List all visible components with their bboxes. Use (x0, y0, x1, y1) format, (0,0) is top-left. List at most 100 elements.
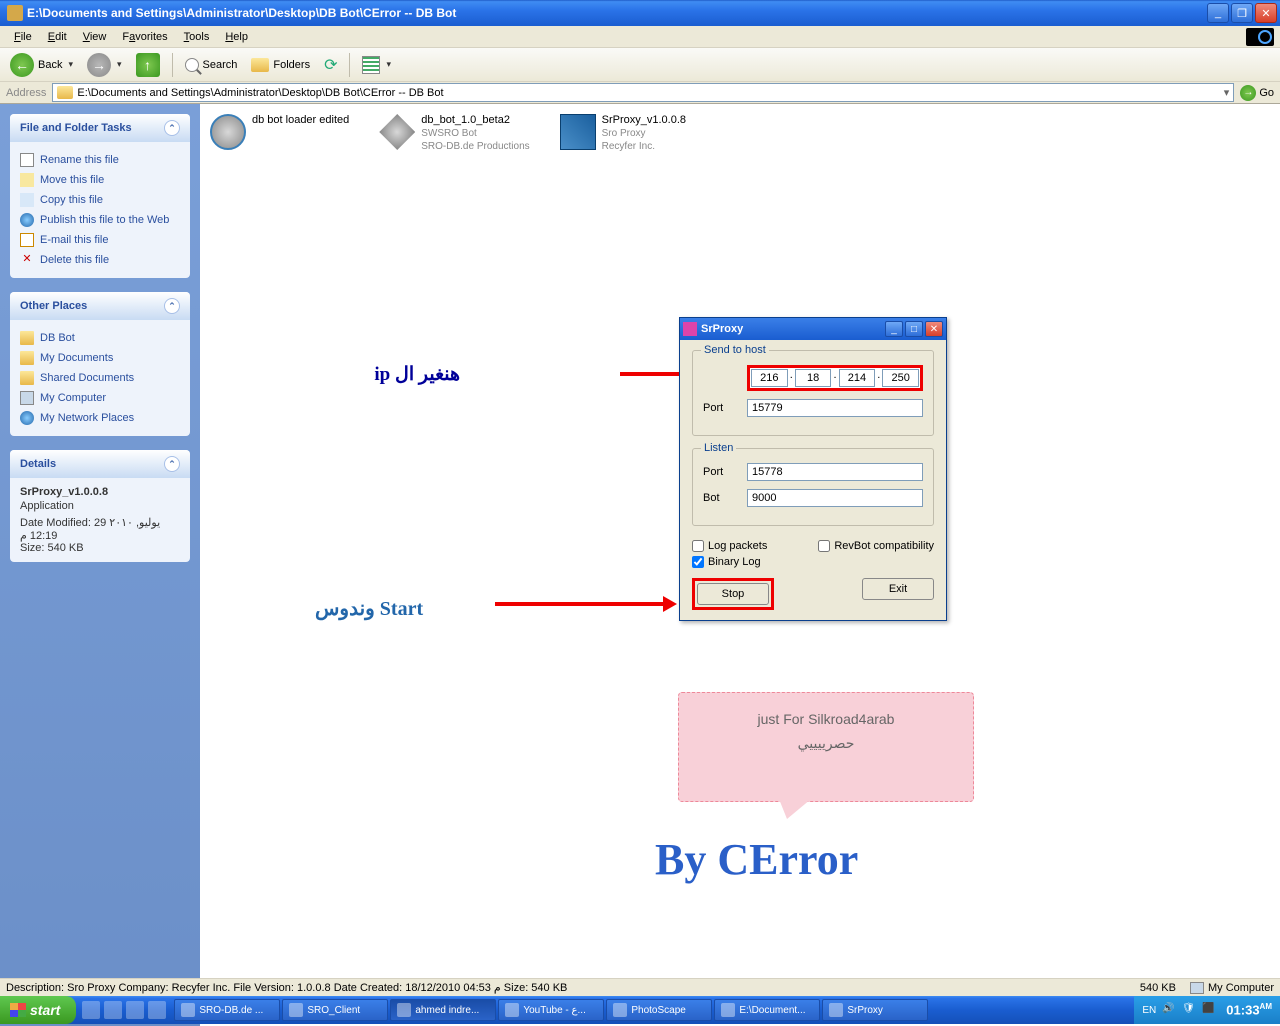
binary-log-checkbox[interactable]: Binary Log (692, 554, 934, 570)
quick-launch-item[interactable] (148, 1001, 166, 1019)
annotation-start-text: وندوس Start (315, 596, 423, 621)
annotation-credit-box: just For Silkroad4arab حصرييييي (678, 692, 974, 802)
clock[interactable]: 01:33AM (1226, 1002, 1272, 1017)
menu-help[interactable]: Help (217, 28, 256, 46)
file-item[interactable]: db_bot_1.0_beta2 SWSRO Bot SRO-DB.de Pro… (379, 114, 529, 153)
task-delete[interactable]: ✕Delete this file (20, 250, 180, 270)
task-buttons: SRO-DB.de ... SRO_Client ahmed indre... … (172, 999, 1134, 1021)
task-button[interactable]: YouTube - ع... (498, 999, 604, 1021)
sidebar: File and Folder Tasks⌃ Rename this file … (0, 104, 200, 1026)
task-publish[interactable]: Publish this file to the Web (20, 210, 180, 230)
place-mycomp[interactable]: My Computer (20, 388, 180, 408)
exit-button[interactable]: Exit (862, 578, 934, 600)
file-item[interactable]: SrProxy_v1.0.0.8 Sro Proxy Recyfer Inc. (560, 114, 686, 153)
details-name: SrProxy_v1.0.0.8 (20, 486, 180, 498)
task-button[interactable]: E:\Document... (714, 999, 820, 1021)
quick-launch-item[interactable] (126, 1001, 144, 1019)
forward-button[interactable]: →▾ (81, 50, 128, 80)
revbot-checkbox[interactable]: RevBot compatibility (818, 538, 934, 554)
up-button[interactable]: ↑ (130, 50, 166, 80)
collapse-icon[interactable]: ⌃ (164, 456, 180, 472)
status-location: My Computer (1208, 982, 1274, 994)
windows-icon (10, 1003, 26, 1017)
stop-button[interactable]: Stop (697, 583, 769, 605)
menu-tools[interactable]: Tools (176, 28, 218, 46)
window-title: E:\Documents and Settings\Administrator\… (27, 6, 1207, 20)
annotation-author: By CError (655, 834, 858, 885)
chevron-down-icon[interactable]: ▾ (1224, 86, 1230, 99)
details-panel: Details⌃ SrProxy_v1.0.0.8 Application Da… (10, 450, 190, 562)
folder-icon (57, 86, 73, 99)
tray-icon[interactable]: 🔊 (1162, 1003, 1176, 1017)
annotation-arrow-icon (495, 602, 665, 606)
close-button[interactable]: ✕ (925, 321, 943, 337)
tray-icon[interactable]: ⬛ (1202, 1003, 1216, 1017)
task-rename[interactable]: Rename this file (20, 150, 180, 170)
details-size: Size: 540 KB (20, 542, 180, 554)
folders-button[interactable]: Folders (245, 55, 316, 75)
minimize-button[interactable]: _ (885, 321, 903, 337)
status-bar: Description: Sro Proxy Company: Recyfer … (0, 978, 1280, 996)
send-to-host-group: Send to host . . . Port (692, 350, 934, 436)
task-move[interactable]: Move this file (20, 170, 180, 190)
details-type: Application (20, 500, 180, 512)
host-port-input[interactable] (747, 399, 923, 417)
quick-launch (76, 1001, 172, 1019)
srproxy-title: SrProxy (701, 323, 883, 335)
go-button[interactable]: →Go (1240, 85, 1274, 101)
views-button[interactable]: ▾ (356, 53, 397, 77)
annotation-ip-text: هنغير ال ip (374, 363, 460, 386)
quick-launch-item[interactable] (82, 1001, 100, 1019)
place-shared[interactable]: Shared Documents (20, 368, 180, 388)
task-button[interactable]: ahmed indre... (390, 999, 496, 1021)
tray-icon[interactable]: 🛡 (1182, 1003, 1196, 1017)
address-bar: Address E:\Documents and Settings\Admini… (0, 82, 1280, 104)
windows-logo-icon (1246, 28, 1274, 46)
places-panel: Other Places⌃ DB Bot My Documents Shared… (10, 292, 190, 436)
menu-bar: File Edit View Favorites Tools Help (0, 26, 1280, 48)
sync-button[interactable]: ⟳ (318, 52, 343, 78)
panel-title: File and Folder Tasks (20, 122, 132, 134)
log-packets-checkbox[interactable]: Log packets (692, 538, 818, 554)
status-description: Description: Sro Proxy Company: Recyfer … (6, 981, 1140, 994)
address-input[interactable]: E:\Documents and Settings\Administrator\… (52, 83, 1234, 102)
menu-file[interactable]: File (6, 28, 40, 46)
task-copy[interactable]: Copy this file (20, 190, 180, 210)
app-icon (560, 114, 596, 150)
place-dbbot[interactable]: DB Bot (20, 328, 180, 348)
toolbar: ←Back▾ →▾ ↑ Search Folders ⟳ ▾ (0, 48, 1280, 82)
address-label: Address (6, 87, 46, 99)
menu-view[interactable]: View (75, 28, 115, 46)
minimize-button[interactable]: _ (1207, 3, 1229, 23)
task-button[interactable]: SRO-DB.de ... (174, 999, 280, 1021)
task-button[interactable]: SRO_Client (282, 999, 388, 1021)
task-email[interactable]: E-mail this file (20, 230, 180, 250)
listen-port-input[interactable] (747, 463, 923, 481)
bot-port-input[interactable] (747, 489, 923, 507)
listen-group: Listen Port Bot (692, 448, 934, 526)
file-item[interactable]: db bot loader edited (210, 114, 349, 153)
search-button[interactable]: Search (179, 55, 244, 75)
status-size: 540 KB (1140, 982, 1176, 994)
collapse-icon[interactable]: ⌃ (164, 120, 180, 136)
host-ip-input[interactable]: . . . (747, 365, 923, 391)
quick-launch-item[interactable] (104, 1001, 122, 1019)
start-button[interactable]: start (0, 996, 76, 1024)
place-network[interactable]: My Network Places (20, 408, 180, 428)
language-indicator[interactable]: EN (1142, 1005, 1156, 1016)
back-button[interactable]: ←Back▾ (4, 50, 79, 80)
maximize-button[interactable]: ❐ (1231, 3, 1253, 23)
maximize-button[interactable]: □ (905, 321, 923, 337)
place-mydocs[interactable]: My Documents (20, 348, 180, 368)
system-tray: EN 🔊 🛡 ⬛ 01:33AM (1134, 996, 1280, 1024)
srproxy-titlebar[interactable]: SrProxy _ □ ✕ (680, 318, 946, 340)
menu-edit[interactable]: Edit (40, 28, 75, 46)
taskbar: start SRO-DB.de ... SRO_Client ahmed ind… (0, 996, 1280, 1024)
tasks-panel: File and Folder Tasks⌃ Rename this file … (10, 114, 190, 278)
details-modified: Date Modified: 29 يوليو, ٢٠١٠ 12:19 م (20, 516, 180, 542)
task-button[interactable]: SrProxy (822, 999, 928, 1021)
close-button[interactable]: ✕ (1255, 3, 1277, 23)
task-button[interactable]: PhotoScape (606, 999, 712, 1021)
menu-favorites[interactable]: Favorites (114, 28, 175, 46)
collapse-icon[interactable]: ⌃ (164, 298, 180, 314)
